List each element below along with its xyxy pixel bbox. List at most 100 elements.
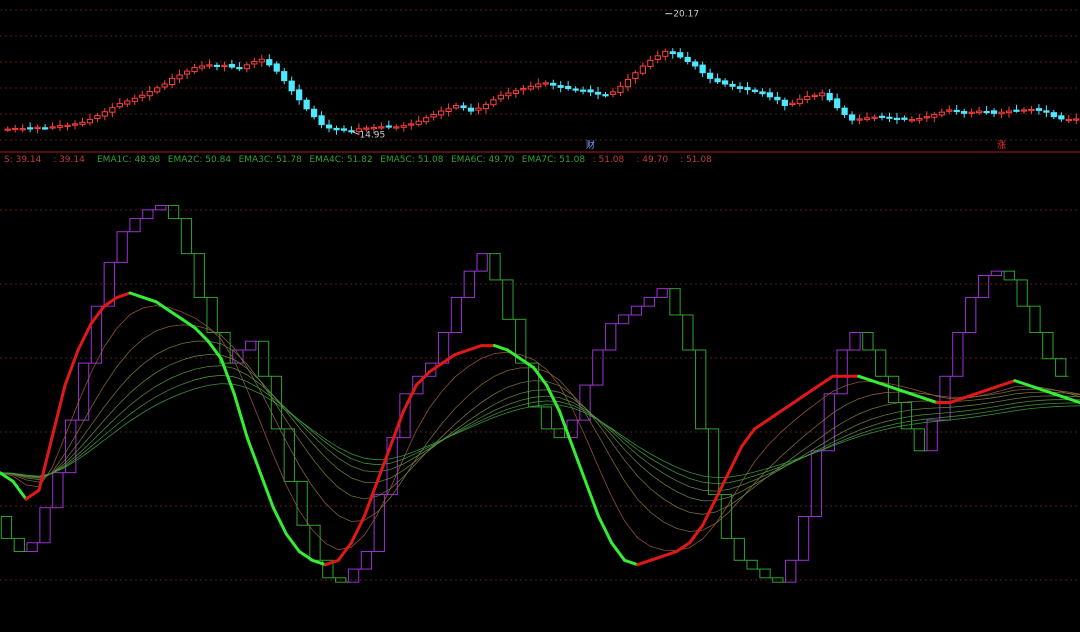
event-marker-cai: 财 [586, 139, 595, 151]
step-box-up [52, 472, 64, 509]
candle-up [445, 108, 452, 113]
trend-segment-up [50, 383, 67, 440]
trend-segment-up [792, 392, 809, 405]
candle-up [639, 65, 646, 74]
trend-segment-up [89, 304, 106, 326]
indicator-header-item: EMA7C: 51.08 [522, 155, 586, 165]
candle-up [146, 90, 153, 97]
candle-down [281, 71, 288, 82]
candle-up [438, 110, 445, 116]
candle-up [49, 126, 56, 129]
candle-up [19, 128, 26, 131]
trend-segment-down [493, 344, 509, 352]
step-box-down [0, 515, 13, 539]
trend-segment-down [857, 374, 874, 383]
candle-down [273, 63, 280, 72]
candle-up [94, 115, 101, 120]
candle-down [961, 111, 968, 114]
candle-down [834, 98, 841, 109]
candle-up [423, 117, 430, 123]
trend-segment-down [610, 541, 627, 562]
trend-segment-up [24, 488, 41, 501]
chart-window: 20.17 14.95 财涨 S: 39.14: 39.14 EMA1C: 48.… [0, 0, 1080, 632]
indicator-header-item: EMA1C: 48.98 [97, 155, 161, 165]
step-box-down [502, 279, 514, 320]
candle-up [804, 95, 811, 101]
candle-down [41, 127, 49, 130]
trend-segment-up [349, 515, 366, 545]
step-box-down [746, 559, 758, 570]
candle-down [781, 99, 788, 106]
step-box-up [347, 568, 360, 583]
candle-up [86, 118, 94, 124]
trend-segment-up [375, 444, 392, 483]
candle-down [594, 91, 602, 95]
candle-up [938, 111, 945, 116]
step-box-up [476, 253, 488, 272]
step-box-down [283, 428, 295, 482]
candle-up [908, 119, 915, 122]
trend-segment-down [258, 471, 275, 510]
candle-up [4, 128, 11, 131]
trend-segment-up [675, 541, 692, 553]
step-box-down [862, 331, 874, 351]
grid-lines [0, 9, 1080, 581]
candle-up [662, 50, 669, 57]
ema-line-1 [0, 305, 1080, 552]
trend-segment-down [1013, 379, 1030, 387]
ema-line-2 [0, 324, 1080, 532]
candle-up [198, 65, 206, 69]
candle-down [1050, 112, 1057, 118]
trend-segment-down [922, 396, 939, 405]
step-box-down [540, 406, 553, 430]
candle-up [654, 55, 661, 60]
candle-down [602, 94, 609, 97]
candle-up [176, 74, 183, 80]
candlestick-price-panel[interactable] [4, 48, 1080, 135]
candle-up [475, 107, 482, 111]
step-box-up [849, 331, 861, 351]
candle-up [871, 116, 878, 119]
low-price-label: 14.95 [359, 130, 385, 140]
stock-chart[interactable]: 20.17 14.95 财涨 S: 39.14: 39.14 EMA1C: 48.… [0, 0, 1080, 632]
trend-segment-up [1000, 379, 1017, 387]
candle-down [1058, 115, 1065, 120]
candle-down [766, 92, 774, 98]
candle-up [243, 64, 250, 70]
candle-up [946, 109, 953, 112]
trend-segment-up [115, 291, 132, 299]
candle-down [841, 107, 848, 115]
candle-down [901, 117, 908, 120]
trend-segment-up [662, 550, 679, 558]
candle-up [154, 87, 161, 93]
candle-up [183, 70, 191, 75]
candle-down [953, 109, 960, 113]
candle-up [609, 91, 617, 95]
step-box-up [617, 314, 630, 325]
candle-down [340, 128, 348, 131]
trend-segment-down [193, 326, 210, 343]
step-box-up [450, 296, 463, 333]
candle-up [101, 111, 108, 117]
candle-up [370, 127, 377, 130]
candle-up [378, 126, 385, 129]
step-box-down [296, 480, 308, 526]
candle-up [811, 94, 818, 97]
candle-up [819, 92, 826, 97]
event-markers[interactable]: 财涨 [586, 139, 1006, 151]
trend-segment-down [180, 317, 197, 330]
candle-up [79, 121, 86, 125]
candle-up [923, 116, 930, 119]
indicator-header-item: : 51.08 [593, 155, 625, 165]
candle-up [415, 120, 422, 125]
indicator-panel[interactable] [0, 204, 1080, 583]
candle-down [572, 88, 579, 91]
trend-segment-up [818, 374, 835, 387]
step-box-down [1029, 305, 1041, 333]
trend-segment-up [974, 387, 991, 396]
candle-up [400, 125, 407, 128]
indicator-header-item: EMA3C: 51.78 [239, 155, 303, 165]
candle-up [796, 98, 803, 105]
ema-line-6 [0, 374, 1080, 485]
trend-segment-down [128, 291, 145, 299]
